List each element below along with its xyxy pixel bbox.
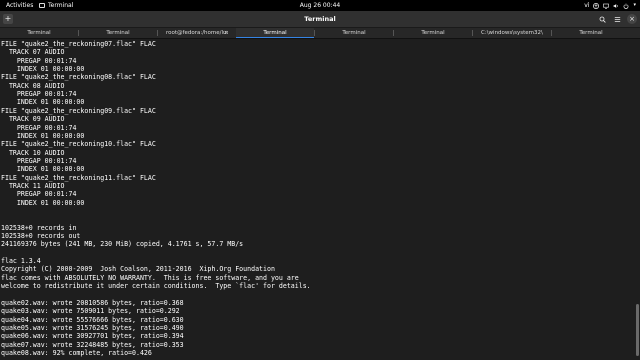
terminal-line: PREGAP 00:01:74: [1, 56, 77, 65]
terminal-line: PREGAP 00:01:74: [1, 90, 77, 99]
tab-label: Terminal: [27, 30, 51, 36]
terminal-line: quake07.wav: wrote 32248485 bytes, ratio…: [1, 340, 184, 349]
system-tray[interactable]: vì ▾: [584, 1, 636, 10]
scrollbar-thumb[interactable]: [636, 304, 639, 356]
window-title: Terminal: [304, 15, 336, 23]
terminal-line: quake04.wav: wrote 55576666 bytes, ratio…: [1, 315, 184, 324]
terminal-line: quake02.wav: wrote 20810586 bytes, ratio…: [1, 298, 184, 307]
terminal-line: INDEX 01 00:00:00: [1, 198, 85, 207]
chevron-down-icon[interactable]: ▾: [633, 1, 636, 10]
tab-bar: Terminal Terminal root@fedora:/home/luc.…: [0, 28, 640, 39]
terminal-line: INDEX 01 00:00:00: [1, 131, 85, 140]
terminal-line: PREGAP 00:01:74: [1, 156, 77, 165]
terminal-line: TRACK 10 AUDIO: [1, 148, 65, 157]
tab-label: Terminal: [106, 30, 130, 36]
tab-terminal-8[interactable]: Terminal: [552, 28, 630, 38]
tab-terminal-6[interactable]: Terminal: [394, 28, 472, 38]
search-icon: [599, 16, 606, 23]
terminal-line: FILE "quake2_the_reckoning09.flac" FLAC: [1, 106, 156, 115]
tab-label: C:\windows\system32\c...: [481, 30, 543, 36]
terminal-line: TRACK 08 AUDIO: [1, 81, 65, 90]
terminal-line: flac 1.3.4: [1, 257, 41, 266]
terminal-line: quake05.wav: wrote 31576245 bytes, ratio…: [1, 323, 184, 332]
terminal-line: 102538+0 records in: [1, 223, 77, 232]
terminal-line: PREGAP 00:01:74: [1, 190, 77, 199]
tab-label: Terminal: [421, 30, 445, 36]
terminal-line: 102538+0 records out: [1, 232, 81, 241]
input-method-indicator[interactable]: vì: [584, 1, 589, 10]
close-icon: ×: [629, 15, 635, 23]
terminal-line: quake06.wav: wrote 30927701 bytes, ratio…: [1, 332, 184, 341]
terminal-line: TRACK 07 AUDIO: [1, 48, 65, 57]
search-button[interactable]: [597, 14, 607, 24]
tab-label: Terminal: [579, 30, 603, 36]
terminal-line: FILE "quake2_the_reckoning08.flac" FLAC: [1, 73, 156, 82]
window-header: + Terminal ×: [0, 11, 640, 28]
scrollbar[interactable]: [634, 39, 640, 360]
terminal-line: TRACK 09 AUDIO: [1, 115, 65, 124]
terminal-output[interactable]: FILE "quake2_the_reckoning07.flac" FLAC …: [0, 39, 634, 360]
tab-terminal-active[interactable]: Terminal: [236, 28, 314, 38]
tab-label: Terminal: [263, 30, 287, 36]
terminal-line: Copyright (C) 2000-2009 Josh Coalson, 20…: [1, 265, 275, 274]
network-icon[interactable]: [603, 3, 610, 9]
tab-terminal-1[interactable]: Terminal: [0, 28, 78, 38]
terminal-line: PREGAP 00:01:74: [1, 123, 77, 132]
terminal-line: INDEX 01 00:00:00: [1, 65, 85, 74]
power-icon[interactable]: [623, 3, 629, 9]
close-window-button[interactable]: ×: [627, 14, 637, 24]
terminal-line: FILE "quake2_the_reckoning11.flac" FLAC: [1, 173, 156, 182]
tab-terminal-5[interactable]: Terminal: [315, 28, 393, 38]
terminal-line: TRACK 11 AUDIO: [1, 181, 65, 190]
clock[interactable]: Aug 26 00:44: [0, 1, 640, 10]
gnome-top-bar: Activities Terminal Aug 26 00:44 vì ▾: [0, 0, 640, 11]
terminal-line: flac comes with ABSOLUTELY NO WARRANTY. …: [1, 273, 299, 282]
tab-label: root@fedora:/home/luc...: [166, 30, 228, 36]
terminal-line: 241169376 bytes (241 MB, 230 MiB) copied…: [1, 240, 244, 249]
terminal-line: FILE "quake2_the_reckoning07.flac" FLAC: [1, 40, 156, 48]
menu-button[interactable]: [612, 14, 622, 24]
terminal-line: quake03.wav: wrote 7509011 bytes, ratio=…: [1, 307, 180, 316]
terminal-line: quake08.wav: 92% complete, ratio=0.426: [1, 348, 152, 357]
close-icon[interactable]: ×: [224, 28, 228, 38]
hamburger-menu-icon: [614, 16, 620, 22]
volume-icon[interactable]: [613, 3, 619, 9]
tab-windows-cmd[interactable]: C:\windows\system32\c...: [473, 28, 551, 38]
terminal-line: FILE "quake2_the_reckoning10.flac" FLAC: [1, 140, 156, 149]
tab-root-fedora[interactable]: root@fedora:/home/luc... ×: [158, 28, 236, 38]
accessibility-icon[interactable]: [593, 2, 600, 9]
terminal-line: INDEX 01 00:00:00: [1, 165, 85, 174]
terminal-line: INDEX 01 00:00:00: [1, 98, 85, 107]
terminal-line: welcome to redistribute it under certain…: [1, 282, 311, 291]
tab-label: Terminal: [342, 30, 366, 36]
tab-terminal-2[interactable]: Terminal: [79, 28, 157, 38]
